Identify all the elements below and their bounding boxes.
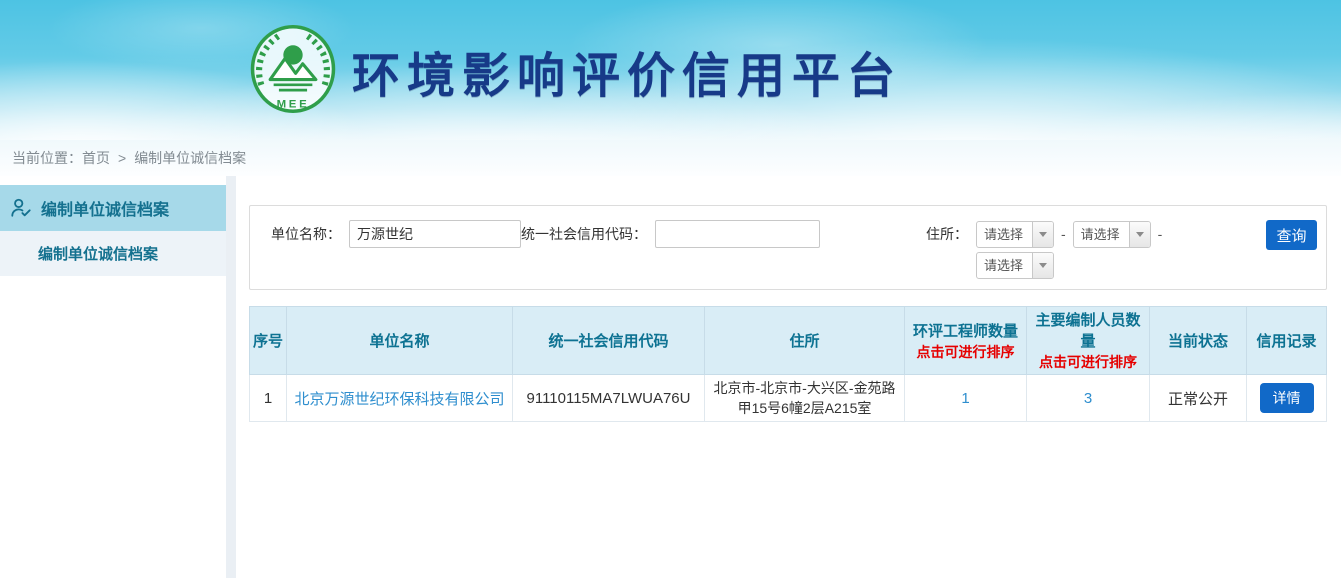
table-row: 1 北京万源世纪环保科技有限公司 91110115MA7LWUA76U 北京市-…: [250, 375, 1327, 422]
sidebar-item-archive-parent[interactable]: 编制单位诚信档案: [0, 185, 226, 231]
user-check-icon: [10, 197, 32, 219]
city-select[interactable]: 请选择: [1073, 221, 1151, 248]
col-header-label: 主要编制人员数量: [1029, 309, 1147, 351]
breadcrumb: 当前位置：首页 > 编制单位诚信档案: [0, 140, 1341, 176]
sidebar-item-label: 编制单位诚信档案: [41, 196, 169, 220]
address-separator: -: [1158, 226, 1163, 242]
mee-logo: MEE: [249, 23, 337, 115]
breadcrumb-current: 编制单位诚信档案: [134, 150, 246, 166]
district-select-value: 请选择: [977, 253, 1032, 278]
content-area: 编制单位诚信档案 编制单位诚信档案 单位名称： 统一社会信用代码： 住所：: [0, 176, 1341, 578]
credit-code-input[interactable]: [655, 220, 820, 248]
chevron-down-icon[interactable]: [1129, 222, 1150, 247]
breadcrumb-home-link[interactable]: 首页: [82, 150, 110, 166]
col-header-address: 住所: [705, 307, 905, 375]
cell-address: 北京市-北京市-大兴区-金苑路甲15号6幢2层A215室: [705, 375, 905, 422]
city-select-value: 请选择: [1074, 222, 1129, 247]
address-separator: -: [1061, 226, 1066, 242]
col-header-credit-code: 统一社会信用代码: [513, 307, 705, 375]
sidebar-divider: [226, 176, 236, 578]
address-label: 住所：: [926, 220, 968, 248]
company-link[interactable]: 北京万源世纪环保科技有限公司: [294, 391, 504, 408]
staff-count-link[interactable]: 3: [1084, 390, 1092, 407]
col-header-credit-record: 信用记录: [1247, 307, 1327, 375]
breadcrumb-prefix: 当前位置：: [12, 150, 82, 166]
credit-code-field-group: 统一社会信用代码：: [521, 220, 820, 248]
credit-code-label: 统一社会信用代码：: [521, 220, 647, 248]
company-name-label: 单位名称：: [271, 220, 341, 248]
cell-index: 1: [250, 375, 287, 422]
sort-hint: 点击可进行排序: [907, 342, 1024, 362]
cell-credit-code: 91110115MA7LWUA76U: [513, 375, 705, 422]
mee-logo-text: MEE: [277, 99, 310, 111]
company-name-input[interactable]: [349, 220, 521, 248]
results-table: 序号 单位名称 统一社会信用代码 住所 环评工程师数量 点击可进行排序 主要编制…: [249, 306, 1327, 422]
main-panel: 单位名称： 统一社会信用代码： 住所： 请选择 -: [236, 176, 1341, 578]
province-select-value: 请选择: [977, 222, 1032, 247]
sidebar-item-archive-child[interactable]: 编制单位诚信档案: [0, 231, 226, 276]
col-header-status: 当前状态: [1150, 307, 1247, 375]
company-name-field-group: 单位名称：: [271, 220, 521, 248]
sort-hint: 点击可进行排序: [1029, 352, 1147, 372]
address-selects: 请选择 - 请选择 - 请选择: [976, 220, 1169, 279]
search-button[interactable]: 查询: [1266, 220, 1317, 250]
col-header-engineer-count-sort[interactable]: 环评工程师数量 点击可进行排序: [905, 307, 1027, 375]
col-header-company: 单位名称: [287, 307, 513, 375]
sidebar: 编制单位诚信档案 编制单位诚信档案: [0, 176, 226, 578]
sidebar-item-label: 编制单位诚信档案: [38, 243, 158, 264]
engineer-count-link[interactable]: 1: [961, 390, 969, 407]
chevron-down-icon[interactable]: [1032, 222, 1053, 247]
district-select[interactable]: 请选择: [976, 252, 1054, 279]
col-header-label: 环评工程师数量: [907, 320, 1024, 341]
address-field-group: 住所： 请选择 - 请选择 -: [926, 220, 1169, 279]
site-title: 环境影响评价信用平台: [352, 36, 902, 106]
site-banner: MEE 环境影响评价信用平台: [0, 0, 1341, 140]
search-panel: 单位名称： 统一社会信用代码： 住所： 请选择 -: [249, 205, 1327, 290]
chevron-down-icon[interactable]: [1032, 253, 1053, 278]
province-select[interactable]: 请选择: [976, 221, 1054, 248]
table-header-row: 序号 单位名称 统一社会信用代码 住所 环评工程师数量 点击可进行排序 主要编制…: [250, 307, 1327, 375]
cell-status: 正常公开: [1150, 375, 1247, 422]
col-header-index: 序号: [250, 307, 287, 375]
col-header-staff-count-sort[interactable]: 主要编制人员数量 点击可进行排序: [1027, 307, 1150, 375]
breadcrumb-separator: >: [118, 150, 126, 166]
detail-button[interactable]: 详情: [1260, 383, 1314, 413]
